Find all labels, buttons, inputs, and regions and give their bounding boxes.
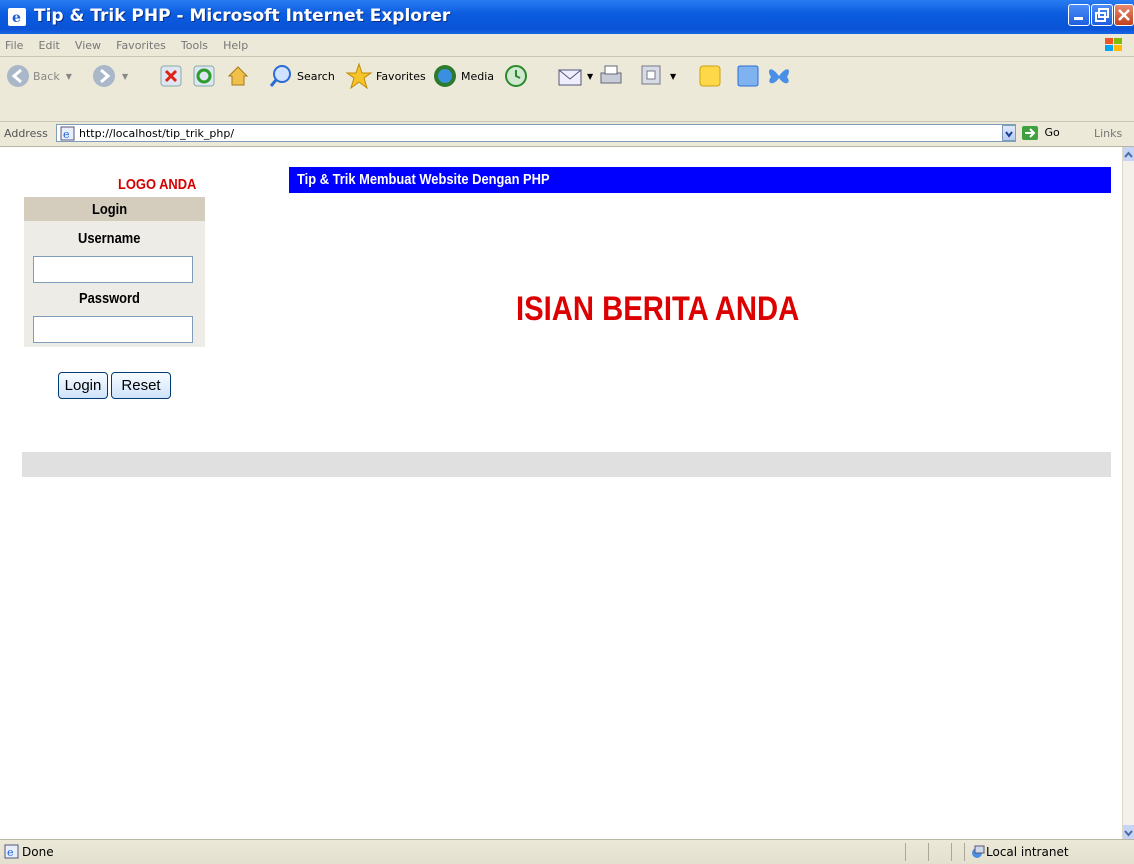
page-icon: e <box>60 126 75 141</box>
media-icon <box>434 65 456 87</box>
address-url: http://localhost/tip_trik_php/ <box>79 127 235 140</box>
site-banner: Tip & Trik Membuat Website Dengan PHP <box>289 167 1111 193</box>
status-divider <box>964 843 965 861</box>
banner-text: Tip & Trik Membuat Website Dengan PHP <box>297 171 550 188</box>
messenger-icon <box>737 65 759 87</box>
page-viewport: LOGO ANDA Login Username Password Login … <box>0 147 1122 839</box>
edit-icon <box>641 65 661 85</box>
print-button[interactable] <box>598 62 624 90</box>
login-header: Login <box>24 197 205 221</box>
search-label: Search <box>297 69 335 83</box>
title-bar: e Tip & Trik PHP - Microsoft Internet Ex… <box>0 0 1134 34</box>
chevron-down-icon <box>1005 131 1013 138</box>
address-label: Address <box>4 127 48 140</box>
favorites-label: Favorites <box>376 69 426 83</box>
back-button[interactable]: Back ▼ <box>6 62 72 90</box>
media-button[interactable]: Media <box>432 62 494 90</box>
status-bar: e Done Local intranet <box>0 839 1134 864</box>
star-icon <box>345 62 373 90</box>
vertical-scrollbar[interactable] <box>1122 147 1134 839</box>
home-icon <box>227 66 249 86</box>
dropdown-icon: ▼ <box>122 71 129 81</box>
dropdown-icon: ▼ <box>65 71 72 81</box>
menu-tools[interactable]: Tools <box>176 35 213 52</box>
footer-bar <box>22 452 1111 477</box>
username-field[interactable] <box>33 256 193 283</box>
scroll-down-button[interactable] <box>1123 825 1134 839</box>
menu-file[interactable]: File <box>0 35 28 52</box>
ie-logo-icon: e <box>8 8 26 26</box>
svg-text:e: e <box>7 846 14 859</box>
back-arrow-icon <box>7 65 29 87</box>
chevron-down-icon <box>1124 830 1133 837</box>
password-label: Password <box>79 290 140 307</box>
stop-button[interactable] <box>160 62 182 90</box>
edit-button[interactable]: ▼ <box>640 62 676 90</box>
svg-text:e: e <box>12 10 21 26</box>
login-button[interactable]: Login <box>58 372 108 399</box>
address-bar: Address e http://localhost/tip_trik_php/… <box>0 122 1134 147</box>
forward-button[interactable]: ▼ <box>92 62 128 90</box>
login-header-label: Login <box>92 201 128 218</box>
go-label: Go <box>1044 126 1060 139</box>
close-button[interactable] <box>1114 4 1134 26</box>
svg-text:e: e <box>63 128 70 141</box>
username-label: Username <box>78 230 141 247</box>
status-text: Done <box>22 845 54 859</box>
history-button[interactable] <box>503 62 529 90</box>
menu-favorites[interactable]: Favorites <box>111 35 171 52</box>
address-dropdown-button[interactable] <box>1002 125 1016 141</box>
address-input[interactable]: e http://localhost/tip_trik_php/ <box>56 124 1016 142</box>
discuss-button[interactable] <box>697 62 723 90</box>
close-icon <box>1118 9 1130 21</box>
refresh-icon <box>193 65 215 87</box>
scroll-up-button[interactable] <box>1123 147 1134 161</box>
links-button[interactable]: Links <box>1094 127 1122 140</box>
status-divider <box>951 843 952 861</box>
back-label: Back <box>33 69 60 83</box>
password-field[interactable] <box>33 316 193 343</box>
minimize-button[interactable] <box>1068 4 1090 26</box>
menu-edit[interactable]: Edit <box>34 35 65 52</box>
history-icon <box>505 65 527 87</box>
printer-icon <box>600 65 622 84</box>
media-label: Media <box>461 69 495 83</box>
messenger-button[interactable] <box>735 62 761 90</box>
menu-view[interactable]: View <box>70 35 106 52</box>
mail-button[interactable]: ▼ <box>557 62 593 90</box>
intranet-icon <box>972 845 985 858</box>
stop-icon <box>160 65 182 87</box>
mail-icon <box>558 69 582 86</box>
status-divider <box>928 843 929 861</box>
windows-flag-icon <box>1105 38 1122 51</box>
menu-bar: File Edit View Favorites Tools Help <box>0 34 1134 57</box>
window-title: Tip & Trik PHP - Microsoft Internet Expl… <box>34 6 451 26</box>
menu-help[interactable]: Help <box>218 35 253 52</box>
minimize-icon <box>1074 17 1083 20</box>
go-button[interactable]: Go <box>1022 126 1060 143</box>
toolbar: Back ▼ ▼ Search Favorites Media ▼ ▼ <box>0 57 1134 122</box>
note-icon <box>699 65 721 87</box>
security-zone: Local intranet <box>986 845 1069 859</box>
reset-button[interactable]: Reset <box>111 372 171 399</box>
search-icon <box>269 65 291 87</box>
page-icon: e <box>4 844 19 859</box>
maximize-button[interactable] <box>1091 4 1113 26</box>
dropdown-icon: ▼ <box>670 71 677 81</box>
refresh-button[interactable] <box>193 62 215 90</box>
butterfly-icon <box>768 69 790 84</box>
search-button[interactable]: Search <box>268 62 335 90</box>
favorites-button[interactable]: Favorites <box>345 62 426 90</box>
chevron-up-icon <box>1124 151 1133 158</box>
research-button[interactable] <box>765 62 793 90</box>
logo-text: LOGO ANDA <box>118 176 197 193</box>
news-headline: ISIAN BERITA ANDA <box>516 290 800 328</box>
forward-arrow-icon <box>93 65 115 87</box>
restore-icon <box>1095 8 1109 22</box>
status-divider <box>905 843 906 861</box>
dropdown-icon: ▼ <box>587 71 594 81</box>
go-arrow-icon <box>1022 126 1038 140</box>
home-button[interactable] <box>226 62 250 90</box>
